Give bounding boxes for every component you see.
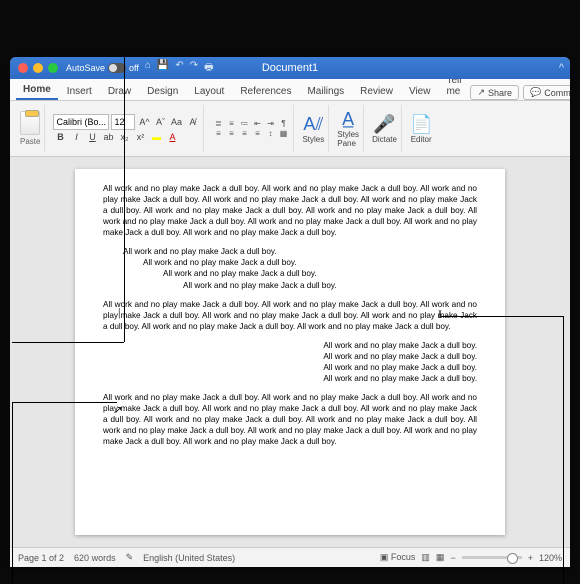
- comments-button[interactable]: 💬 Comments: [523, 85, 570, 100]
- numbering-icon[interactable]: ≡: [225, 119, 237, 128]
- tab-home[interactable]: Home: [16, 81, 58, 100]
- multilevel-icon[interactable]: ≔: [238, 119, 250, 128]
- voice-group: 🎤Dictate: [368, 105, 402, 152]
- print-layout-view-icon[interactable]: ▥: [421, 552, 430, 563]
- increase-indent-icon[interactable]: ⇥: [264, 119, 276, 128]
- show-marks-icon[interactable]: ¶: [277, 119, 289, 128]
- home-icon[interactable]: ⌂: [145, 60, 151, 77]
- paste-button[interactable]: [20, 111, 40, 135]
- right-align-line[interactable]: All work and no play make Jack a dull bo…: [103, 373, 477, 384]
- font-color-icon[interactable]: A: [165, 130, 179, 144]
- page-indicator[interactable]: Page 1 of 2: [18, 553, 64, 563]
- indented-line[interactable]: All work and no play make Jack a dull bo…: [103, 280, 477, 291]
- clipboard-group: Paste: [16, 105, 45, 152]
- styles-button[interactable]: A⫽Styles: [302, 114, 324, 144]
- close-window-button[interactable]: [18, 63, 28, 73]
- increase-font-icon[interactable]: A^: [137, 115, 151, 129]
- ribbon-collapse-icon[interactable]: ^: [559, 62, 564, 74]
- tab-view[interactable]: View: [402, 83, 438, 100]
- indented-line[interactable]: All work and no play make Jack a dull bo…: [103, 257, 477, 268]
- bold-icon[interactable]: B: [53, 130, 67, 144]
- styles-pane-group: A̲Styles Pane: [333, 105, 364, 152]
- shading-icon[interactable]: ▦: [277, 129, 289, 138]
- line-spacing-icon[interactable]: ↕: [264, 129, 276, 138]
- body-paragraph[interactable]: All work and no play make Jack a dull bo…: [103, 392, 477, 447]
- undo-icon[interactable]: ↶: [175, 60, 183, 77]
- styles-pane-button[interactable]: A̲Styles Pane: [337, 109, 359, 148]
- bullets-icon[interactable]: ≣: [212, 119, 224, 128]
- tab-review[interactable]: Review: [353, 83, 400, 100]
- zoom-in-button[interactable]: +: [528, 553, 533, 563]
- zoom-slider[interactable]: [462, 556, 522, 559]
- dictate-button[interactable]: 🎤Dictate: [372, 114, 397, 144]
- ribbon-tabs: Home Insert Draw Design Layout Reference…: [10, 79, 570, 101]
- zoom-out-button[interactable]: −: [450, 553, 455, 563]
- tab-mailings[interactable]: Mailings: [300, 83, 351, 100]
- strike-icon[interactable]: ab: [101, 130, 115, 144]
- align-left-icon[interactable]: ≡: [212, 129, 224, 138]
- tab-design[interactable]: Design: [140, 83, 185, 100]
- subscript-icon[interactable]: x₂: [117, 130, 131, 144]
- change-case-icon[interactable]: Aa: [169, 115, 183, 129]
- right-align-line[interactable]: All work and no play make Jack a dull bo…: [103, 362, 477, 373]
- web-layout-view-icon[interactable]: ▦: [436, 552, 445, 563]
- tab-layout[interactable]: Layout: [187, 83, 231, 100]
- underline-icon[interactable]: U: [85, 130, 99, 144]
- autosave-label: AutoSave: [66, 63, 105, 73]
- styles-group: A⫽Styles: [298, 105, 329, 152]
- font-group: A^ Aˇ Aa A̸ B I U ab x₂ x² ▬ A: [49, 105, 204, 152]
- align-right-icon[interactable]: ≡: [238, 129, 250, 138]
- editor-group: 📄Editor: [406, 105, 436, 152]
- body-paragraph[interactable]: All work and no play make Jack a dull bo…: [103, 183, 477, 238]
- redo-icon[interactable]: ↷: [190, 60, 198, 77]
- tab-draw[interactable]: Draw: [101, 83, 138, 100]
- document-canvas[interactable]: All work and no play make Jack a dull bo…: [10, 157, 570, 547]
- font-name-select[interactable]: [53, 114, 109, 130]
- decrease-font-icon[interactable]: Aˇ: [153, 115, 167, 129]
- minimize-window-button[interactable]: [33, 63, 43, 73]
- toggle-switch-icon: [108, 63, 126, 73]
- print-icon[interactable]: 🖶: [204, 60, 213, 77]
- autosave-toggle[interactable]: AutoSave off: [66, 63, 139, 73]
- indented-line[interactable]: All work and no play make Jack a dull bo…: [103, 246, 477, 257]
- align-center-icon[interactable]: ≡: [225, 129, 237, 138]
- page[interactable]: All work and no play make Jack a dull bo…: [75, 169, 505, 535]
- ribbon: Paste A^ Aˇ Aa A̸ B I U ab x₂ x² ▬ A: [10, 101, 570, 157]
- spellcheck-icon[interactable]: ✎: [126, 552, 134, 563]
- clear-format-icon[interactable]: A̸: [185, 115, 199, 129]
- language-indicator[interactable]: English (United States): [143, 553, 235, 563]
- word-window: AutoSave off ⌂ 💾 ↶ ↷ 🖶 Document1 ^ Home …: [10, 57, 570, 567]
- decrease-indent-icon[interactable]: ⇤: [251, 119, 263, 128]
- editor-button[interactable]: 📄Editor: [410, 114, 432, 144]
- font-size-select[interactable]: [111, 114, 135, 130]
- paragraph-group: ≣ ≡ ≔ ⇤ ⇥ ¶ ≡ ≡ ≡ ≡ ↕ ▦: [208, 105, 294, 152]
- justify-icon[interactable]: ≡: [251, 129, 263, 138]
- titlebar: AutoSave off ⌂ 💾 ↶ ↷ 🖶 Document1 ^: [10, 57, 570, 79]
- autosave-state: off: [129, 63, 139, 73]
- zoom-level[interactable]: 120%: [539, 553, 562, 563]
- highlight-icon[interactable]: ▬: [149, 130, 163, 144]
- word-count[interactable]: 620 words: [74, 553, 116, 563]
- share-button[interactable]: ↗ Share: [470, 85, 519, 100]
- document-title: Document1: [262, 62, 318, 74]
- save-icon[interactable]: 💾: [157, 60, 169, 77]
- paste-label: Paste: [20, 137, 40, 146]
- maximize-window-button[interactable]: [48, 63, 58, 73]
- superscript-icon[interactable]: x²: [133, 130, 147, 144]
- quick-access-toolbar: ⌂ 💾 ↶ ↷ 🖶: [145, 60, 214, 77]
- focus-mode-button[interactable]: ▣ Focus: [380, 552, 416, 563]
- right-align-line[interactable]: All work and no play make Jack a dull bo…: [103, 340, 477, 351]
- italic-icon[interactable]: I: [69, 130, 83, 144]
- body-paragraph[interactable]: All work and no play make Jack a dull bo…: [103, 299, 477, 332]
- status-bar: Page 1 of 2 620 words ✎ English (United …: [10, 547, 570, 567]
- window-controls: [18, 63, 58, 73]
- indented-line[interactable]: All work and no play make Jack a dull bo…: [103, 268, 477, 279]
- tab-insert[interactable]: Insert: [60, 83, 99, 100]
- tab-references[interactable]: References: [233, 83, 298, 100]
- right-align-line[interactable]: All work and no play make Jack a dull bo…: [103, 351, 477, 362]
